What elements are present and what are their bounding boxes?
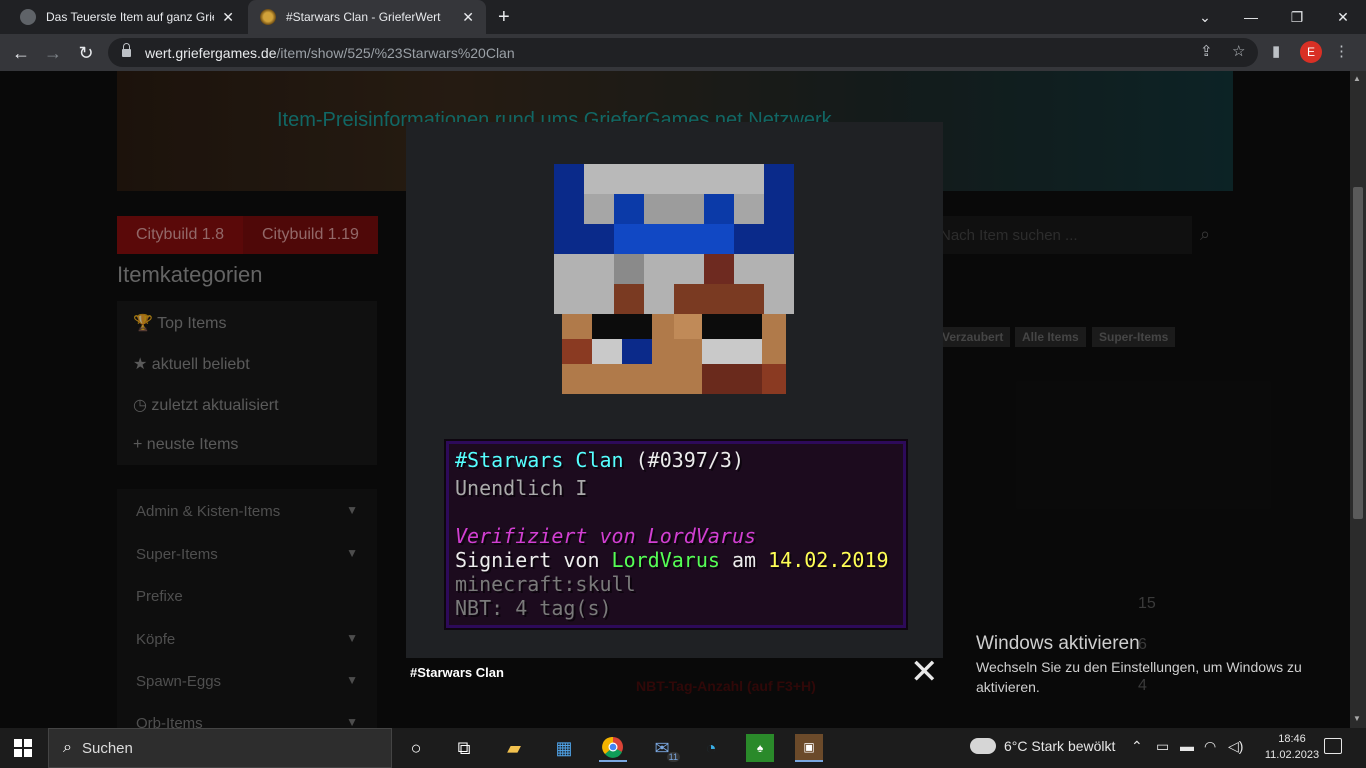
lightbox-close-icon[interactable]: ✕: [910, 655, 939, 689]
item-number: (#0397/3): [635, 448, 744, 472]
browser-tab-2[interactable]: #Starwars Clan - GrieferWert ✕: [248, 0, 486, 34]
lock-icon: [122, 42, 131, 57]
chrome-icon[interactable]: [599, 734, 627, 762]
tab-close-icon[interactable]: ✕: [462, 9, 474, 26]
item-nbt: NBT: 4 tag(s): [455, 596, 612, 620]
item-tooltip: #Starwars Clan (#0397/3) Unendlich I Ver…: [444, 439, 908, 630]
browser-tab-strip: Das Teuerste Item auf ganz Griefe ✕ #Sta…: [0, 0, 1366, 34]
activation-title: Windows aktivieren: [976, 633, 1140, 654]
meet-now-icon[interactable]: ▭: [1156, 738, 1169, 755]
solitaire-icon[interactable]: ♠: [746, 734, 774, 762]
item-signature-line: Signiert von LordVarus am 14.02.2019: [455, 548, 889, 572]
signed-date: 14.02.2019: [768, 548, 889, 572]
address-bar[interactable]: wert.griefergames.de /item/show/525/%23S…: [108, 38, 1258, 67]
cortana-icon[interactable]: ○: [402, 734, 430, 762]
store-icon[interactable]: ▦: [550, 734, 578, 762]
file-explorer-icon[interactable]: ▰: [500, 734, 528, 762]
clock-time: 18:46: [1278, 733, 1306, 745]
lightbox: #Starwars Clan (#0397/3) Unendlich I Ver…: [406, 122, 943, 658]
clock-date: 11.02.2023: [1264, 749, 1320, 761]
scroll-up-icon[interactable]: ▲: [1353, 74, 1361, 83]
activation-text: Wechseln Sie zu den Einstellungen, um Wi…: [976, 659, 1302, 695]
taskbar-search-label: Suchen: [81, 739, 133, 757]
cloud-icon: [967, 734, 996, 754]
item-enchantment: Unendlich I: [455, 476, 588, 500]
lightbox-caption: #Starwars Clan: [410, 665, 504, 680]
browser-toolbar: ← → ↻ wert.griefergames.de /item/show/52…: [0, 34, 1366, 71]
tab-close-icon[interactable]: ✕: [222, 9, 234, 26]
signed-by: LordVarus: [611, 548, 720, 572]
new-tab-icon[interactable]: +: [498, 6, 510, 29]
notification-icon[interactable]: [1324, 738, 1342, 754]
scrollbar-thumb[interactable]: [1353, 187, 1363, 519]
side-panel-icon[interactable]: ▮: [1272, 42, 1280, 60]
taskbar-search[interactable]: ⌕ Suchen: [48, 728, 392, 768]
volume-icon[interactable]: ◁): [1228, 738, 1243, 755]
minecraft-head-icon: [554, 164, 794, 394]
reload-icon[interactable]: ↻: [73, 40, 99, 66]
tooltip-title-line: #Starwars Clan (#0397/3): [455, 448, 744, 472]
tab-favicon-icon: [20, 9, 36, 25]
minimize-icon[interactable]: —: [1228, 0, 1274, 34]
weather-text: 6°C Stark bewölkt: [1004, 738, 1116, 754]
minecraft-launcher-icon[interactable]: ▣: [795, 734, 823, 762]
item-name: #Starwars Clan: [455, 448, 624, 472]
url-host: wert.griefergames.de: [145, 44, 277, 61]
maximize-icon[interactable]: ❐: [1274, 0, 1320, 34]
tab-title: #Starwars Clan - GrieferWert: [286, 10, 441, 24]
menu-icon[interactable]: ⋮: [1334, 42, 1349, 60]
mail-icon[interactable]: ✉ 11: [648, 734, 680, 762]
tab-search-icon[interactable]: ⌄: [1182, 0, 1228, 34]
mail-badge: 11: [666, 752, 680, 762]
search-icon: ⌕: [63, 739, 72, 756]
url-path: /item/show/525/%23Starwars%20Clan: [276, 44, 515, 61]
share-icon[interactable]: ⇪: [1200, 42, 1213, 60]
scroll-down-icon[interactable]: ▼: [1353, 714, 1361, 723]
tray-chevron-icon[interactable]: ⌃: [1131, 738, 1143, 755]
system-clock[interactable]: 18:46 11.02.2023: [1262, 731, 1322, 763]
tab-favicon-icon: [260, 9, 276, 25]
item-id: minecraft:skull: [455, 572, 636, 596]
tab-title: Das Teuerste Item auf ganz Griefe: [46, 10, 215, 24]
windows-start-icon[interactable]: [14, 739, 32, 757]
wifi-icon[interactable]: ◠: [1204, 738, 1216, 755]
signed-prefix: Signiert von: [455, 548, 600, 572]
windows-taskbar: ⌕ Suchen ○ ⧉ ▰ ▦ ✉ 11 ◔ ♠ ▣ 6°C Stark bew…: [0, 728, 1366, 768]
weather-widget[interactable]: 6°C Stark bewölkt: [967, 734, 1116, 754]
skull-image: [554, 164, 794, 394]
forward-icon[interactable]: →: [40, 40, 66, 66]
battery-icon[interactable]: ▬: [1180, 738, 1194, 754]
page-scrollbar[interactable]: ▲ ▼: [1350, 71, 1366, 728]
back-icon[interactable]: ←: [8, 40, 34, 66]
edge-icon[interactable]: ◔: [697, 734, 725, 762]
signed-mid: am: [731, 548, 757, 572]
profile-avatar[interactable]: E: [1300, 41, 1322, 63]
chrome-logo-icon: [602, 736, 623, 758]
item-verified: Verifiziert von LordVarus: [455, 524, 757, 548]
task-view-icon[interactable]: ⧉: [450, 734, 478, 762]
window-close-icon[interactable]: ✕: [1320, 0, 1366, 34]
bookmark-star-icon[interactable]: ☆: [1232, 42, 1245, 60]
browser-tab-1[interactable]: Das Teuerste Item auf ganz Griefe ✕: [8, 0, 246, 34]
